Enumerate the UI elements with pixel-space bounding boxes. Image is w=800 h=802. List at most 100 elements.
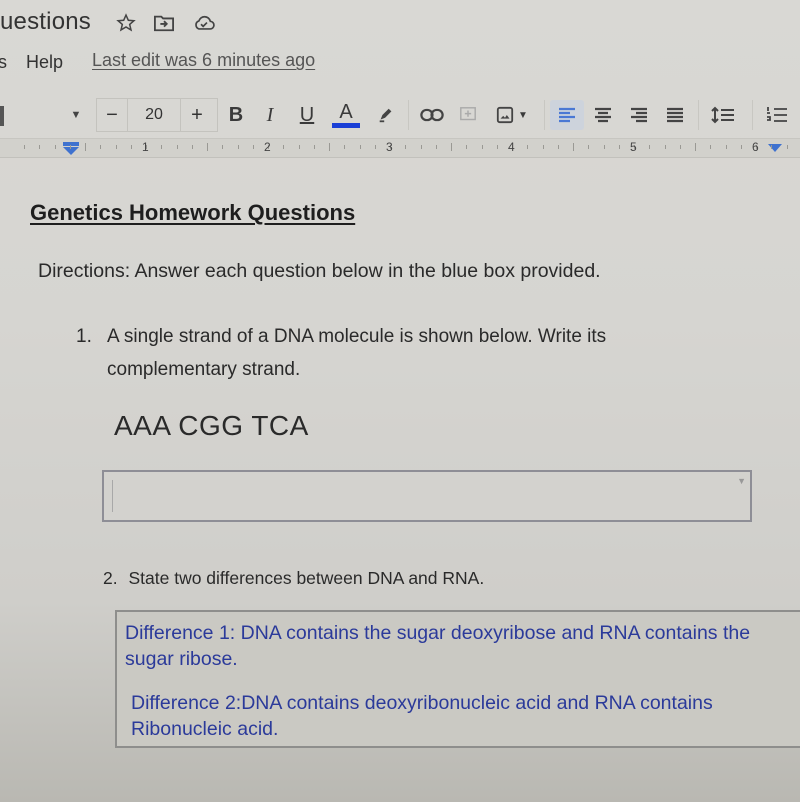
- ruler-tick: [176, 145, 178, 149]
- ruler-tick: [435, 145, 437, 149]
- ruler-tick: [283, 145, 285, 149]
- box-dropdown-arrow-icon[interactable]: ▼: [737, 476, 746, 486]
- bold-button[interactable]: B: [224, 100, 248, 130]
- ruler-tick: [618, 145, 620, 149]
- last-edit-link[interactable]: Last edit was 6 minutes ago: [92, 50, 315, 71]
- ruler-tick: [664, 145, 666, 149]
- ruler-tick: [85, 143, 86, 151]
- ruler-tick: [588, 145, 590, 149]
- document-title[interactable]: uestions: [0, 8, 91, 36]
- question-number: 2.: [103, 568, 118, 588]
- first-line-indent-marker[interactable]: [63, 142, 79, 146]
- line-spacing-button[interactable]: [708, 100, 738, 130]
- font-size-control: − 20 +: [96, 98, 218, 132]
- star-icon[interactable]: [115, 12, 137, 34]
- text-color-button[interactable]: A: [332, 100, 360, 130]
- ruler-tick: [191, 145, 193, 149]
- ruler-tick: [725, 145, 727, 149]
- justify-button[interactable]: [662, 100, 688, 130]
- ruler-label: 1: [142, 140, 149, 154]
- ruler-tick: [542, 145, 544, 149]
- ruler-tick: [527, 145, 529, 149]
- align-right-icon: [631, 107, 647, 123]
- menu-help[interactable]: Help: [26, 52, 63, 73]
- ruler-tick: [786, 145, 788, 149]
- image-dropdown-arrow-icon: ▼: [518, 109, 528, 121]
- ruler-tick: [420, 145, 422, 149]
- ruler-label: 3: [386, 140, 393, 154]
- cloud-saved-icon[interactable]: [193, 12, 215, 34]
- difference-2-answer[interactable]: Difference 2:DNA contains deoxyribonucle…: [131, 690, 771, 742]
- align-right-button[interactable]: [626, 100, 652, 130]
- italic-button[interactable]: I: [260, 100, 280, 130]
- ruler-tick: [771, 145, 773, 149]
- ruler-tick: [39, 145, 41, 149]
- text-color-swatch: [332, 123, 360, 128]
- ruler-label: 5: [630, 140, 637, 154]
- ruler-tick: [451, 143, 452, 151]
- ruler-tick: [466, 145, 468, 149]
- folder-move-icon[interactable]: [153, 12, 175, 34]
- toolbar-separator: [408, 100, 409, 130]
- question-1: 1. A single strand of a DNA molecule is …: [76, 320, 716, 386]
- question-text: A single strand of a DNA molecule is sho…: [107, 326, 607, 380]
- ruler-tick: [207, 143, 208, 151]
- dna-strand: AAA CGG TCA: [114, 410, 309, 441]
- ruler-tick: [695, 143, 696, 151]
- question-text: State two differences between DNA and RN…: [128, 568, 485, 588]
- ruler-tick: [237, 145, 239, 149]
- ruler-tick: [252, 145, 254, 149]
- highlight-pen-icon[interactable]: [374, 100, 398, 130]
- align-center-button[interactable]: [590, 100, 616, 130]
- ruler-tick: [130, 145, 132, 149]
- insert-link-icon[interactable]: [418, 100, 446, 130]
- ruler-tick: [649, 145, 651, 149]
- ruler-tick: [359, 145, 361, 149]
- toolbar-separator: [752, 100, 753, 130]
- ruler-tick: [344, 145, 346, 149]
- ruler-tick: [710, 145, 712, 149]
- answer-box-question-1[interactable]: ▼: [102, 470, 752, 522]
- right-indent-marker[interactable]: [768, 144, 782, 152]
- ruler-tick: [313, 145, 315, 149]
- align-left-icon: [559, 107, 575, 123]
- align-center-icon: [595, 107, 611, 123]
- question-2: 2. State two differences between DNA and…: [103, 568, 484, 589]
- left-indent-marker[interactable]: [63, 147, 79, 155]
- font-size-input[interactable]: 20: [128, 99, 181, 131]
- increase-font-size-button[interactable]: +: [181, 99, 213, 131]
- formatting-toolbar: ▼ − 20 + B I U A ▼: [0, 92, 800, 140]
- align-left-button[interactable]: [550, 100, 584, 130]
- ruler-tick: [24, 145, 25, 149]
- document-heading: Genetics Homework Questions: [30, 200, 356, 225]
- menu-tools[interactable]: s: [0, 52, 7, 73]
- ruler-tick: [298, 145, 300, 149]
- ruler-label: 6: [752, 140, 759, 154]
- font-dropdown-arrow-icon[interactable]: ▼: [68, 100, 84, 130]
- horizontal-ruler[interactable]: 1 2 3 4 5 6: [0, 138, 800, 158]
- decrease-font-size-button[interactable]: −: [97, 99, 128, 131]
- numbered-list-button[interactable]: [762, 100, 792, 130]
- text-cursor: [112, 480, 113, 512]
- ruler-tick: [69, 145, 71, 149]
- ruler-tick: [115, 145, 117, 149]
- toolbar-edge: [0, 106, 4, 126]
- ruler-tick: [557, 145, 559, 149]
- directions-text: Directions: Answer each question below i…: [38, 260, 601, 282]
- question-number: 1.: [76, 326, 92, 347]
- answer-box-question-2[interactable]: Difference 1: DNA contains the sugar deo…: [115, 610, 800, 748]
- image-icon: [496, 106, 514, 124]
- ruler-tick: [679, 145, 681, 149]
- underline-button[interactable]: U: [296, 100, 318, 130]
- insert-image-button[interactable]: ▼: [494, 100, 530, 130]
- ruler-tick: [100, 145, 102, 149]
- ruler-label: 4: [508, 140, 515, 154]
- add-comment-icon[interactable]: [456, 100, 480, 130]
- toolbar-separator: [698, 100, 699, 130]
- ruler-tick: [405, 145, 407, 149]
- line-spacing-icon: [711, 106, 734, 124]
- ruler-tick: [222, 145, 224, 149]
- difference-1-answer[interactable]: Difference 1: DNA contains the sugar deo…: [125, 620, 765, 672]
- ruler-tick: [573, 143, 574, 151]
- ruler-tick: [374, 145, 376, 149]
